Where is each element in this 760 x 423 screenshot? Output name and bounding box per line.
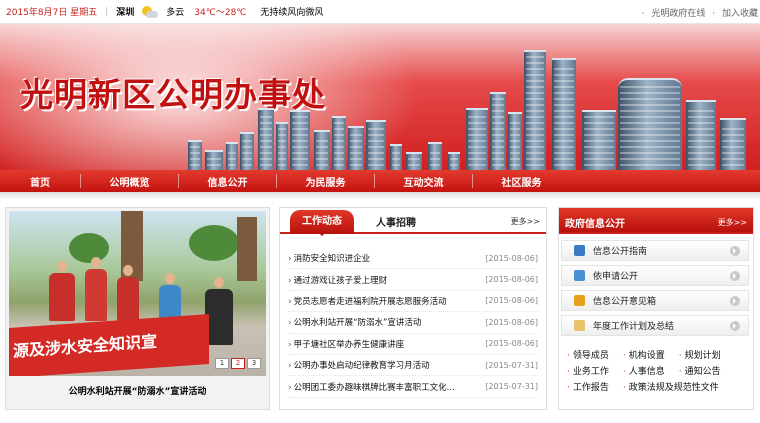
list-item[interactable]: › 公明团工委办趣味棋牌比赛丰富职工文化... [2015-07-31] bbox=[288, 376, 538, 398]
top-info-bar: 2015年8月7日 星期五 | 深圳 多云 34℃～28℃ 无持续风向微风 · … bbox=[0, 0, 760, 24]
temperature: 34℃～28℃ bbox=[194, 8, 247, 18]
gov-quick-links: 领导成员 机构设置 规划计划 业务工作 人事信息 通知公告 工作报告 政策法规及… bbox=[567, 346, 757, 394]
link-organization[interactable]: 机构设置 bbox=[623, 348, 665, 361]
list-item[interactable]: › 通过游戏让孩子爱上理财 [2015-08-06] bbox=[288, 269, 538, 291]
skyline-building bbox=[205, 150, 223, 170]
main-nav: 首页 公明概览 信息公开 为民服务 互动交流 社区服务 bbox=[0, 170, 760, 192]
skyline-building bbox=[276, 122, 288, 170]
skyline-building bbox=[406, 152, 422, 170]
list-item[interactable]: › 甲子塘社区举办养生健康讲座 [2015-08-06] bbox=[288, 334, 538, 355]
skyline-building bbox=[618, 78, 682, 170]
nav-community[interactable]: 社区服务 bbox=[473, 174, 570, 189]
skyline-building bbox=[466, 108, 488, 170]
add-favorite-link[interactable]: 加入收藏 bbox=[722, 9, 758, 19]
slide-page-3[interactable]: 3 bbox=[247, 358, 261, 369]
annual-plan-button[interactable]: 年度工作计划及总结 bbox=[561, 315, 749, 336]
skyline-building bbox=[552, 58, 576, 170]
link-notices[interactable]: 通知公告 bbox=[679, 364, 721, 377]
nav-overview[interactable]: 公明概览 bbox=[81, 174, 178, 189]
link-business[interactable]: 业务工作 bbox=[567, 364, 609, 377]
skyline-building bbox=[686, 100, 716, 170]
skyline-building bbox=[188, 140, 202, 170]
slideshow-pager: 1 2 3 bbox=[215, 358, 261, 369]
gov-info-panel: 政府信息公开 更多>> 信息公开指南 依申请公开 信息公开意见箱 年度工作计划及… bbox=[558, 207, 754, 410]
top-links: · 光明政府在线 · 加入收藏 bbox=[638, 6, 758, 19]
skyline-building bbox=[524, 50, 546, 170]
list-item[interactable]: › 消防安全知识进企业 [2015-08-06] bbox=[288, 248, 538, 270]
link-plans[interactable]: 规划计划 bbox=[679, 348, 721, 361]
photo-slideshow: 源及涉水安全知识宣 1 2 3 公明水利站开展“防溺水”宣讲活动 bbox=[5, 207, 270, 410]
nav-home[interactable]: 首页 bbox=[0, 174, 80, 189]
weather-text: 多云 bbox=[166, 8, 185, 18]
tab-recruitment[interactable]: 人事招聘 bbox=[376, 214, 416, 229]
news-panel: 工作动态 人事招聘 更多>> › 消防安全知识进企业 [2015-08-06] › 通… bbox=[279, 207, 547, 410]
link-regulations[interactable]: 政策法规及规范性文件 bbox=[623, 380, 719, 393]
list-item[interactable]: › 公明办事处启动纪律教育学习月活动 [2015-07-31] bbox=[288, 355, 538, 377]
skyline-building bbox=[348, 126, 364, 170]
gov-info-title: 政府信息公开 bbox=[565, 219, 625, 230]
slide-page-2[interactable]: 2 bbox=[231, 358, 245, 369]
guide-icon bbox=[574, 245, 585, 256]
skyline-building bbox=[226, 142, 238, 170]
skyline-building bbox=[428, 142, 442, 170]
chevron-right-icon bbox=[730, 321, 740, 331]
skyline-building bbox=[366, 120, 386, 170]
current-date: 2015年8月7日 星期五 bbox=[6, 8, 98, 18]
apply-disclosure-button[interactable]: 依申请公开 bbox=[561, 265, 749, 286]
slide-page-1[interactable]: 1 bbox=[215, 358, 229, 369]
skyline-building bbox=[290, 110, 310, 170]
chevron-right-icon bbox=[730, 296, 740, 306]
info-guide-button[interactable]: 信息公开指南 bbox=[561, 240, 749, 261]
chevron-right-icon bbox=[730, 246, 740, 256]
skyline-building bbox=[332, 116, 346, 170]
list-item[interactable]: › 党员志愿者走进福利院开展志愿服务活动 [2015-08-06] bbox=[288, 291, 538, 313]
news-tabs: 工作动态 人事招聘 更多>> bbox=[280, 208, 546, 236]
skyline-building bbox=[582, 110, 616, 170]
gov-info-header: 政府信息公开 更多>> bbox=[559, 208, 753, 234]
skyline-building bbox=[720, 118, 746, 170]
skyline-building bbox=[490, 92, 506, 170]
folder-icon bbox=[574, 320, 585, 331]
city-name: 深圳 bbox=[116, 8, 135, 18]
nav-info-disclosure[interactable]: 信息公开 bbox=[179, 174, 276, 189]
chevron-right-icon bbox=[730, 271, 740, 281]
link-leaders[interactable]: 领导成员 bbox=[567, 348, 609, 361]
skyline-building bbox=[448, 152, 460, 170]
skyline-building bbox=[390, 144, 402, 170]
site-title: 光明新区公明办事处 bbox=[20, 75, 326, 114]
link-reports[interactable]: 工作报告 bbox=[567, 380, 609, 393]
skyline-building bbox=[314, 130, 330, 170]
gov-more-link[interactable]: 更多>> bbox=[718, 217, 747, 228]
nav-interaction[interactable]: 互动交流 bbox=[375, 174, 472, 189]
suggestion-box-button[interactable]: 信息公开意见箱 bbox=[561, 290, 749, 311]
list-icon bbox=[574, 270, 585, 281]
link-personnel[interactable]: 人事信息 bbox=[623, 364, 665, 377]
separator: · bbox=[712, 9, 716, 19]
slideshow-banner: 源及涉水安全知识宣 bbox=[9, 314, 209, 376]
slideshow-image[interactable]: 源及涉水安全知识宣 bbox=[9, 211, 266, 376]
pencil-note-icon bbox=[574, 295, 585, 306]
news-more-link[interactable]: 更多>> bbox=[511, 216, 540, 227]
skyline-building bbox=[258, 108, 274, 170]
gov-online-link[interactable]: 光明政府在线 bbox=[651, 9, 705, 19]
skyline-building bbox=[240, 132, 254, 170]
news-list: › 消防安全知识进企业 [2015-08-06] › 通过游戏让孩子爱上理财 [2015… bbox=[288, 248, 538, 398]
header-banner: 光明新区公明办事处 bbox=[0, 24, 760, 170]
partly-cloudy-icon bbox=[140, 5, 159, 19]
separator: | bbox=[105, 6, 109, 17]
wind-info: 无持续风向微风 bbox=[260, 8, 324, 18]
slideshow-caption[interactable]: 公明水利站开展“防溺水”宣讲活动 bbox=[6, 384, 269, 397]
list-item[interactable]: › 公明水利站开展“防溺水”宣讲活动 [2015-08-06] bbox=[288, 312, 538, 334]
nav-public-service[interactable]: 为民服务 bbox=[277, 174, 374, 189]
skyline-building bbox=[508, 112, 522, 170]
separator: · bbox=[641, 9, 645, 19]
tab-work-news[interactable]: 工作动态 bbox=[290, 210, 354, 236]
